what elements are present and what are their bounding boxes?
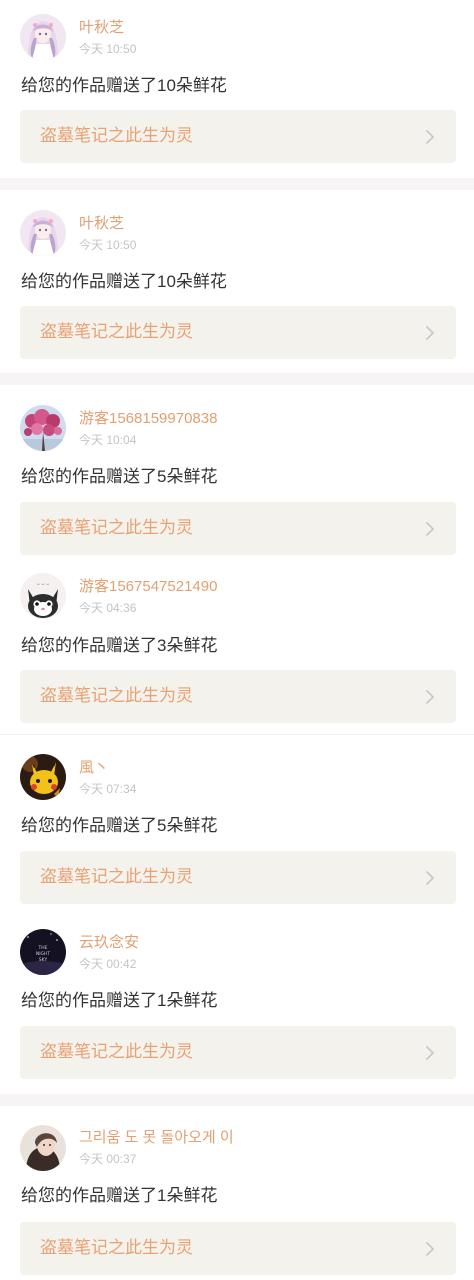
chevron-right-icon: [423, 325, 437, 341]
notification-card: THE NIGHT SKY 云玖念安 今天 00:42 给您的作品赠送了1朵鲜花…: [0, 915, 474, 1094]
notification-card: 風丶 今天 07:34 给您的作品赠送了5朵鲜花 盗墓笔记之此生为灵: [0, 735, 474, 915]
anime-girl-avatar[interactable]: [20, 210, 66, 256]
work-title: 盗墓笔记之此生为灵: [40, 322, 193, 341]
gift-message: 给您的作品赠送了10朵鲜花: [21, 76, 227, 95]
timestamp: 今天 04:36: [79, 601, 137, 615]
anime-girl-avatar[interactable]: [20, 14, 66, 60]
gift-message: 给您的作品赠送了3朵鲜花: [21, 636, 218, 655]
user-name[interactable]: 叶秋芝: [79, 215, 124, 233]
section-separator: [0, 178, 474, 190]
work-title: 盗墓笔记之此生为灵: [40, 518, 193, 537]
timestamp: 今天 00:42: [79, 957, 137, 971]
cartoon-cat-avatar[interactable]: ᴗ ᴗ ᴗ: [20, 573, 66, 619]
chevron-right-icon: [423, 1045, 437, 1061]
user-name[interactable]: 游客1568159970838: [79, 410, 217, 428]
timestamp: 今天 10:50: [79, 42, 137, 56]
pikachu-avatar[interactable]: [20, 754, 66, 800]
section-separator: [0, 373, 474, 385]
gift-message: 给您的作品赠送了1朵鲜花: [21, 1186, 218, 1205]
timestamp: 今天 07:34: [79, 782, 137, 796]
portrait-avatar[interactable]: [20, 1125, 66, 1171]
work-title: 盗墓笔记之此生为灵: [40, 1238, 193, 1257]
work-title: 盗墓笔记之此生为灵: [40, 126, 193, 145]
user-name[interactable]: 風丶: [79, 759, 109, 777]
gift-message: 给您的作品赠送了10朵鲜花: [21, 272, 227, 291]
chevron-right-icon: [423, 129, 437, 145]
work-link[interactable]: 盗墓笔记之此生为灵: [20, 306, 456, 359]
night-sky-avatar[interactable]: THE NIGHT SKY: [20, 929, 66, 975]
notification-card: 叶秋芝 今天 10:50 给您的作品赠送了10朵鲜花 盗墓笔记之此生为灵: [0, 0, 474, 178]
notification-card: 그리움 도 못 돌아오게 이 今天 00:37 给您的作品赠送了1朵鲜花 盗墓笔…: [0, 1106, 474, 1280]
work-link[interactable]: 盗墓笔记之此生为灵: [20, 851, 456, 904]
notification-card: ᴗ ᴗ ᴗ 游客1567547521490 今天 04:36 给您的作品赠送了3…: [0, 556, 474, 734]
work-link[interactable]: 盗墓笔记之此生为灵: [20, 670, 456, 723]
user-name[interactable]: 叶秋芝: [79, 19, 124, 37]
user-name[interactable]: 그리움 도 못 돌아오게 이: [79, 1129, 234, 1147]
timestamp: 今天 00:37: [79, 1152, 137, 1166]
work-link[interactable]: 盗墓笔记之此生为灵: [20, 1026, 456, 1079]
work-link[interactable]: 盗墓笔记之此生为灵: [20, 502, 456, 555]
work-title: 盗墓笔记之此生为灵: [40, 1042, 193, 1061]
notification-card: 游客1568159970838 今天 10:04 给您的作品赠送了5朵鲜花 盗墓…: [0, 385, 474, 556]
gift-message: 给您的作品赠送了5朵鲜花: [21, 816, 218, 835]
blossom-tree-avatar[interactable]: [20, 405, 66, 451]
chevron-right-icon: [423, 1241, 437, 1257]
work-link[interactable]: 盗墓笔记之此生为灵: [20, 1222, 456, 1275]
svg-text:SKY: SKY: [39, 957, 48, 963]
gift-message: 给您的作品赠送了1朵鲜花: [21, 991, 218, 1010]
chevron-right-icon: [423, 689, 437, 705]
section-separator: [0, 1094, 474, 1106]
chevron-right-icon: [423, 521, 437, 537]
user-name[interactable]: 云玖念安: [79, 934, 139, 952]
timestamp: 今天 10:04: [79, 433, 137, 447]
gift-message: 给您的作品赠送了5朵鲜花: [21, 467, 218, 486]
work-title: 盗墓笔记之此生为灵: [40, 686, 193, 705]
work-link[interactable]: 盗墓笔记之此生为灵: [20, 110, 456, 163]
work-title: 盗墓笔记之此生为灵: [40, 867, 193, 886]
timestamp: 今天 10:50: [79, 238, 137, 252]
svg-text:ᴗ ᴗ ᴗ: ᴗ ᴗ ᴗ: [37, 581, 49, 587]
svg-text:NIGHT: NIGHT: [36, 951, 51, 957]
notification-card: 叶秋芝 今天 10:50 给您的作品赠送了10朵鲜花 盗墓笔记之此生为灵: [0, 190, 474, 373]
svg-text:THE: THE: [38, 945, 48, 951]
chevron-right-icon: [423, 870, 437, 886]
user-name[interactable]: 游客1567547521490: [79, 578, 217, 596]
